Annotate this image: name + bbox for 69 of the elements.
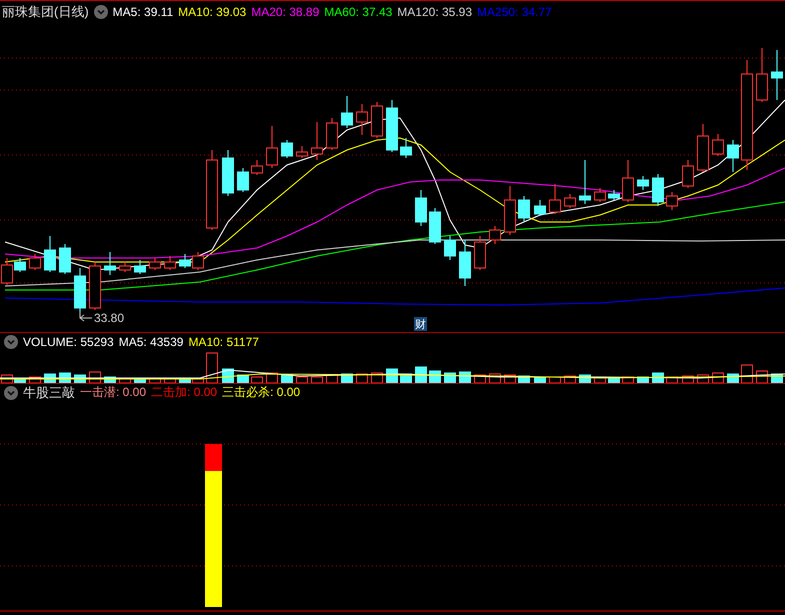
candlestick [222, 150, 234, 196]
candlestick [594, 188, 606, 202]
candlestick [74, 268, 86, 312]
candlestick [712, 134, 724, 156]
indicator-value: MA120: 35.93 [397, 4, 472, 18]
candlestick [237, 168, 249, 192]
candlestick [326, 118, 338, 150]
candlestick [296, 146, 308, 158]
indicator-value: MA5: 43539 [118, 334, 184, 348]
candlestick [104, 252, 116, 276]
candlestick [666, 192, 678, 210]
candlestick [652, 174, 664, 206]
candlestick [564, 194, 576, 208]
candlestick [149, 258, 161, 270]
candlestick [608, 190, 620, 200]
candlestick [579, 160, 591, 204]
chevron-down-icon[interactable] [94, 4, 108, 18]
indicator-value: MA20: 38.89 [251, 4, 320, 18]
candlestick [251, 160, 263, 176]
candlestick [474, 236, 486, 270]
candlestick [119, 262, 131, 272]
candlestick [134, 260, 146, 274]
indicator-title: 牛股三敲 [23, 384, 75, 402]
candlestick [29, 254, 41, 270]
candlestick [311, 122, 323, 160]
candlestick [281, 140, 293, 158]
indicator-value: MA60: 37.43 [324, 4, 392, 18]
candlestick [549, 184, 561, 214]
candlestick [356, 104, 368, 136]
candlestick [756, 48, 768, 102]
candlestick [341, 96, 353, 128]
candlestick [192, 252, 204, 270]
candlestick [164, 256, 176, 270]
candlestick [59, 244, 71, 274]
candlestick [459, 240, 471, 286]
indicator-value: MA5: 39.11 [112, 4, 174, 18]
candlestick [534, 200, 546, 216]
chart-title: 丽珠集团(日线) [2, 2, 89, 20]
low-price-label: 33.80 [94, 311, 124, 325]
indicator-value: 三击必杀: 0.00 [222, 384, 300, 401]
candlestick [266, 126, 278, 168]
candlestick [89, 262, 101, 310]
candlestick [444, 236, 456, 260]
candlestick [622, 160, 634, 202]
indicator-value: VOLUME: 55293 [23, 334, 114, 348]
candlestick [371, 102, 383, 138]
candlestick [637, 176, 649, 190]
chevron-down-icon[interactable] [4, 386, 18, 400]
candlestick [682, 160, 694, 188]
indicator-value: MA10: 51177 [188, 334, 259, 348]
candlestick [727, 140, 739, 172]
candlestick [179, 254, 191, 268]
candlestick [771, 50, 783, 100]
candlestick [697, 124, 709, 172]
leader-line [80, 312, 92, 322]
candlestick [400, 138, 412, 158]
candlestick [429, 208, 441, 244]
indicator-value: MA250: 34.77 [477, 4, 552, 18]
indicator-value: 一击潜: 0.00 [80, 384, 146, 401]
candlestick [415, 190, 427, 226]
chevron-down-icon[interactable] [4, 334, 18, 348]
candlestick [44, 236, 56, 272]
candlestick [489, 226, 501, 244]
finance-marker[interactable]: 财 [414, 317, 427, 331]
indicator-value: 二击加: 0.00 [151, 384, 218, 401]
candlestick [518, 196, 530, 222]
candlestick [386, 100, 398, 152]
indicator-value: MA10: 39.03 [178, 4, 246, 18]
candlestick [504, 186, 516, 236]
